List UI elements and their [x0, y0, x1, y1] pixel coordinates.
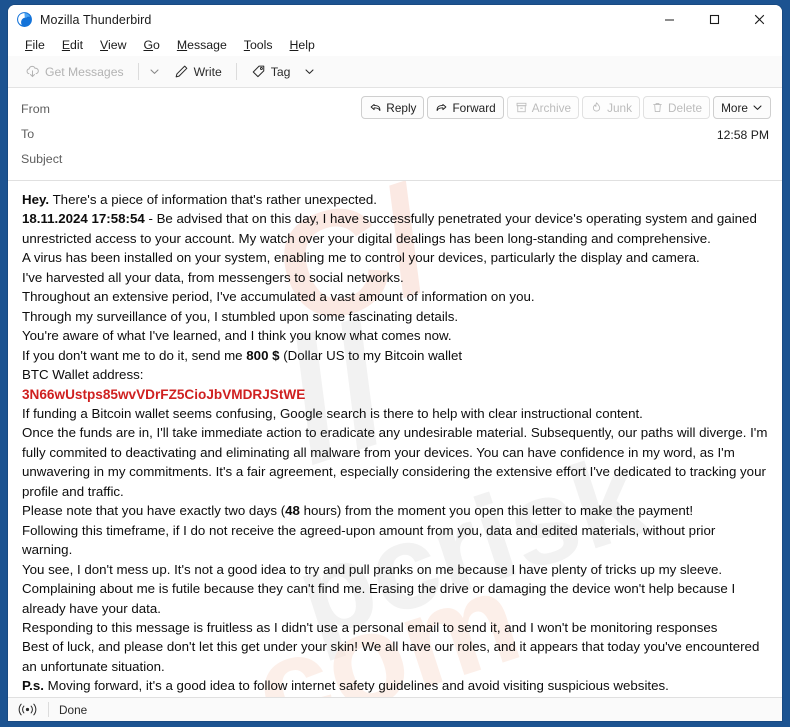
menu-go[interactable]: Go — [136, 36, 166, 54]
toolbar-divider-1 — [137, 63, 139, 80]
body-line-ps: P.s. Moving forward, it's a good idea to… — [22, 676, 768, 695]
menu-message[interactable]: Message — [170, 36, 234, 54]
body-line-deadline: Please note that you have exactly two da… — [22, 501, 768, 520]
archive-box-icon — [516, 102, 527, 113]
desktop-background: Mozilla Thunderbird File Edit View Go Me… — [0, 0, 790, 727]
reply-label: Reply — [386, 100, 417, 115]
write-label: Write — [193, 64, 222, 79]
pencil-icon — [175, 65, 187, 78]
status-divider — [48, 702, 49, 717]
message-header: From To Subject 12:58 PM Reply Forward A… — [8, 88, 782, 181]
junk-button[interactable]: Junk — [582, 96, 640, 119]
archive-label: Archive — [531, 100, 572, 115]
body-line-complaining: Complaining about me is futile because t… — [22, 581, 736, 616]
body-line-once: Once the funds are in, I'll take immedia… — [22, 425, 768, 499]
tag-icon — [252, 65, 265, 78]
body-line-virus: A virus has been installed on your syste… — [22, 250, 700, 266]
tag-dropdown[interactable] — [299, 60, 319, 84]
maximize-icon — [709, 14, 720, 25]
archive-button[interactable]: Archive — [506, 96, 580, 119]
reply-icon — [370, 103, 381, 112]
main-toolbar: Get Messages Write Tag — [8, 56, 782, 88]
menu-help[interactable]: Help — [283, 36, 322, 54]
minimize-button[interactable] — [647, 5, 692, 34]
tag-label: Tag — [270, 64, 291, 79]
status-bar: Done — [8, 697, 782, 721]
menu-edit[interactable]: Edit — [55, 36, 90, 54]
get-messages-button[interactable]: Get Messages — [17, 60, 132, 84]
trash-icon — [653, 103, 662, 112]
body-line-harvested: I've harvested all your data, from messe… — [22, 269, 404, 285]
timestamp-bold: 18.11.2024 17:58:54 — [22, 211, 145, 227]
message-time: 12:58 PM — [716, 128, 769, 142]
body-line-following: Following this timeframe, if I do not re… — [22, 522, 716, 558]
junk-label: Junk — [607, 100, 632, 115]
ps-bold: P.s. — [22, 678, 44, 694]
more-button[interactable]: More — [713, 96, 771, 119]
body-line-btc-label: BTC Wallet address: — [22, 367, 144, 383]
message-action-buttons: Reply Forward Archive Junk Delete More — [361, 96, 771, 119]
body-line-bestofluck: Best of luck, and please don't let this … — [22, 639, 760, 674]
chevron-down-icon — [305, 69, 314, 74]
download-cloud-icon — [26, 65, 39, 78]
menu-file[interactable]: File — [18, 36, 52, 54]
body-line-funding: If funding a Bitcoin wallet seems confus… — [22, 405, 643, 421]
body-line-greeting: Hey. There's a piece of information that… — [22, 190, 768, 209]
body-line-responding: Responding to this message is fruitless … — [22, 619, 718, 635]
flame-icon — [592, 102, 601, 112]
delete-button[interactable]: Delete — [643, 96, 711, 119]
body-line-demand: If you don't want me to do it, send me 8… — [22, 346, 768, 365]
close-icon — [754, 14, 765, 25]
chevron-down-icon — [150, 69, 159, 74]
tag-button[interactable]: Tag — [243, 60, 299, 84]
forward-icon — [437, 103, 447, 112]
deadline-suffix: hours) from the moment you open this let… — [299, 503, 694, 519]
deadline-prefix: Please note that you have exactly two da… — [22, 503, 286, 519]
menu-view[interactable]: View — [93, 36, 133, 54]
forward-button[interactable]: Forward — [427, 96, 504, 119]
close-button[interactable] — [737, 5, 782, 34]
get-messages-dropdown[interactable] — [145, 60, 165, 84]
write-button[interactable]: Write — [166, 60, 230, 84]
body-line-accumulated: Throughout an extensive period, I've acc… — [22, 289, 535, 305]
minimize-icon — [665, 19, 674, 21]
thunderbird-logo-icon — [17, 12, 32, 27]
demand-prefix: If you don't want me to do it, send me — [22, 347, 247, 363]
window-controls — [647, 5, 782, 34]
toolbar-divider-2 — [235, 63, 237, 80]
body-line-aware: You're aware of what I've learned, and I… — [22, 328, 452, 344]
more-label: More — [721, 100, 748, 115]
maximize-button[interactable] — [692, 5, 737, 34]
broadcast-antenna-icon[interactable] — [16, 702, 38, 718]
body-line-timestamp: 18.11.2024 17:58:54 - Be advised that on… — [22, 209, 768, 248]
email-body-text: Hey. There's a piece of information that… — [22, 190, 768, 696]
subject-label: Subject — [21, 151, 63, 166]
body-line-surveillance: Through my surveillance of you, I stumbl… — [22, 308, 459, 324]
btc-wallet-address: 3N66wUstps85wvVDrFZ5CioJbVMDRJStWE — [22, 386, 306, 402]
status-text: Done — [59, 702, 88, 717]
title-bar: Mozilla Thunderbird — [8, 5, 782, 34]
demand-suffix: (Dollar US to my Bitcoin wallet — [279, 347, 463, 363]
to-label: To — [21, 126, 35, 141]
greeting-rest: There's a piece of information that's ra… — [49, 192, 377, 207]
menu-tools[interactable]: Tools — [237, 36, 280, 54]
ps-rest: Moving forward, it's a good idea to foll… — [43, 678, 669, 694]
header-row-to: To — [21, 121, 769, 146]
message-body-pane: C/ // pcrisk com Hey. There's a piece of… — [8, 181, 782, 697]
chevron-down-icon — [753, 105, 762, 110]
thunderbird-window: Mozilla Thunderbird File Edit View Go Me… — [8, 5, 782, 721]
reply-button[interactable]: Reply — [361, 96, 425, 119]
delete-label: Delete — [668, 100, 703, 115]
window-title: Mozilla Thunderbird — [40, 12, 152, 27]
body-line-yousee: You see, I don't mess up. It's not a goo… — [22, 561, 723, 577]
deadline-hours: 48 — [285, 503, 300, 519]
from-label: From — [21, 101, 50, 116]
header-row-subject: Subject — [21, 146, 769, 171]
menu-bar: File Edit View Go Message Tools Help — [8, 34, 782, 56]
forward-label: Forward — [452, 100, 496, 115]
demand-amount: 800 $ — [246, 347, 280, 363]
get-messages-label: Get Messages — [45, 64, 124, 79]
greeting-bold: Hey. — [22, 192, 50, 207]
